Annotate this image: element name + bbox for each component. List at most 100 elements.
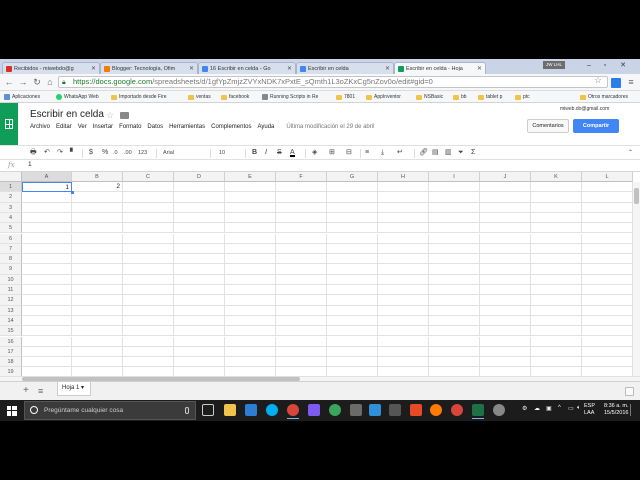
cell-f15[interactable] — [276, 326, 327, 337]
cell-h2[interactable] — [378, 192, 429, 203]
add-sheet-button[interactable]: + — [23, 386, 29, 396]
app-icon[interactable] — [350, 404, 362, 416]
cell-k14[interactable] — [531, 315, 582, 327]
cell-i13[interactable] — [429, 305, 480, 316]
bookmark-tablet[interactable]: tablet p — [478, 92, 502, 102]
cell-c10[interactable] — [123, 274, 174, 285]
cell-e1[interactable] — [225, 182, 276, 193]
cell-d11[interactable] — [174, 285, 225, 296]
fill-handle[interactable] — [71, 191, 74, 194]
cell-d3[interactable] — [174, 202, 225, 213]
cell-i16[interactable] — [429, 336, 480, 347]
chart-icon[interactable]: ▥ — [445, 148, 452, 158]
cell-l15[interactable] — [582, 326, 633, 337]
app-icon[interactable] — [369, 404, 381, 416]
fill-color-icon[interactable]: ◈ — [312, 148, 317, 158]
cell-c6[interactable] — [123, 233, 174, 244]
menu-icon[interactable]: ≡ — [626, 77, 636, 87]
cell-h5[interactable] — [378, 223, 429, 234]
tray-icon[interactable]: ⚙ — [522, 405, 527, 412]
cell-b12[interactable] — [72, 295, 123, 306]
cell-f18[interactable] — [276, 357, 327, 368]
column-header[interactable]: D — [174, 172, 225, 182]
cell-h10[interactable] — [378, 274, 429, 285]
row-header[interactable]: 8 — [0, 254, 22, 265]
cell-f4[interactable] — [276, 212, 327, 224]
profile-badge[interactable]: JW LHL — [543, 61, 565, 69]
share-button[interactable]: Compartir — [573, 119, 619, 133]
row-header[interactable]: 12 — [0, 295, 22, 306]
cell-l18[interactable] — [582, 357, 633, 368]
cell-l6[interactable] — [582, 233, 633, 244]
cell-c4[interactable] — [123, 212, 174, 224]
cell-e16[interactable] — [225, 336, 276, 347]
font-size-dropdown[interactable]: 10 — [219, 148, 225, 158]
cell-k11[interactable] — [531, 285, 582, 296]
cell-k10[interactable] — [531, 274, 582, 285]
cell-i8[interactable] — [429, 254, 480, 265]
bookmark-star-icon[interactable]: ☆ — [594, 75, 602, 86]
cell-j17[interactable] — [480, 346, 531, 358]
bookmark-running-scripts[interactable]: Running Scripts in Re — [262, 92, 318, 102]
cell-i14[interactable] — [429, 315, 480, 327]
functions-button[interactable]: Σ — [471, 148, 475, 158]
cell-c12[interactable] — [123, 295, 174, 306]
cell-g16[interactable] — [327, 336, 378, 347]
cell-j13[interactable] — [480, 305, 531, 316]
cell-e15[interactable] — [225, 326, 276, 337]
menu-formato[interactable]: Formato — [119, 124, 141, 134]
column-header[interactable]: K — [531, 172, 582, 182]
cell-i11[interactable] — [429, 285, 480, 296]
cell-e14[interactable] — [225, 315, 276, 327]
language-indicator[interactable]: ESP LAA — [584, 403, 595, 417]
cell-k8[interactable] — [531, 254, 582, 265]
edge-icon[interactable] — [245, 404, 257, 416]
tab-blogger[interactable]: Blogger: Tecnología, Ofim ✕ — [100, 62, 198, 74]
cell-c13[interactable] — [123, 305, 174, 316]
bookmark-appinventor[interactable]: AppInventor — [366, 92, 401, 102]
column-header[interactable]: H — [378, 172, 429, 182]
file-explorer-icon[interactable] — [224, 404, 236, 416]
cell-i9[interactable] — [429, 264, 480, 275]
cell-k7[interactable] — [531, 243, 582, 255]
cell-k5[interactable] — [531, 223, 582, 234]
back-icon[interactable]: ← — [4, 77, 14, 87]
select-all-corner[interactable] — [0, 172, 22, 182]
cell-a14[interactable] — [22, 315, 72, 327]
menu-herramientas[interactable]: Herramientas — [169, 124, 205, 134]
cortana-search-box[interactable]: Pregúntame cualquier cosa — [24, 401, 196, 420]
cell-c7[interactable] — [123, 243, 174, 255]
sheets-logo-icon[interactable] — [0, 103, 18, 145]
settings-icon[interactable] — [493, 404, 505, 416]
row-header[interactable]: 4 — [0, 212, 22, 224]
tray-icon[interactable]: ▣ — [546, 405, 552, 412]
cell-l9[interactable] — [582, 264, 633, 275]
row-header[interactable]: 16 — [0, 336, 22, 347]
cell-e12[interactable] — [225, 295, 276, 306]
cell-a18[interactable] — [22, 357, 72, 368]
cell-j5[interactable] — [480, 223, 531, 234]
filter-icon[interactable]: ⏷ — [458, 148, 464, 158]
row-header[interactable]: 11 — [0, 285, 22, 296]
cell-f17[interactable] — [276, 346, 327, 358]
cell-e9[interactable] — [225, 264, 276, 275]
cell-c16[interactable] — [123, 336, 174, 347]
column-header[interactable]: I — [429, 172, 480, 182]
close-window-icon[interactable]: ✕ — [616, 61, 630, 71]
cell-a15[interactable] — [22, 326, 72, 337]
cell-b13[interactable] — [72, 305, 123, 316]
cell-f10[interactable] — [276, 274, 327, 285]
chevron-up-icon[interactable]: ^ — [558, 405, 561, 411]
cell-e8[interactable] — [225, 254, 276, 265]
cell-d16[interactable] — [174, 336, 225, 347]
comments-button[interactable]: Comentarios — [527, 119, 569, 133]
cell-i5[interactable] — [429, 223, 480, 234]
microphone-icon[interactable] — [185, 407, 189, 414]
column-header[interactable]: A — [22, 172, 72, 182]
chrome-icon[interactable] — [451, 404, 463, 416]
cell-l16[interactable] — [582, 336, 633, 347]
cell-j18[interactable] — [480, 357, 531, 368]
comment-icon[interactable]: ▤ — [432, 148, 439, 158]
cell-j3[interactable] — [480, 202, 531, 213]
wrap-text-icon[interactable]: ↵ — [397, 148, 403, 158]
